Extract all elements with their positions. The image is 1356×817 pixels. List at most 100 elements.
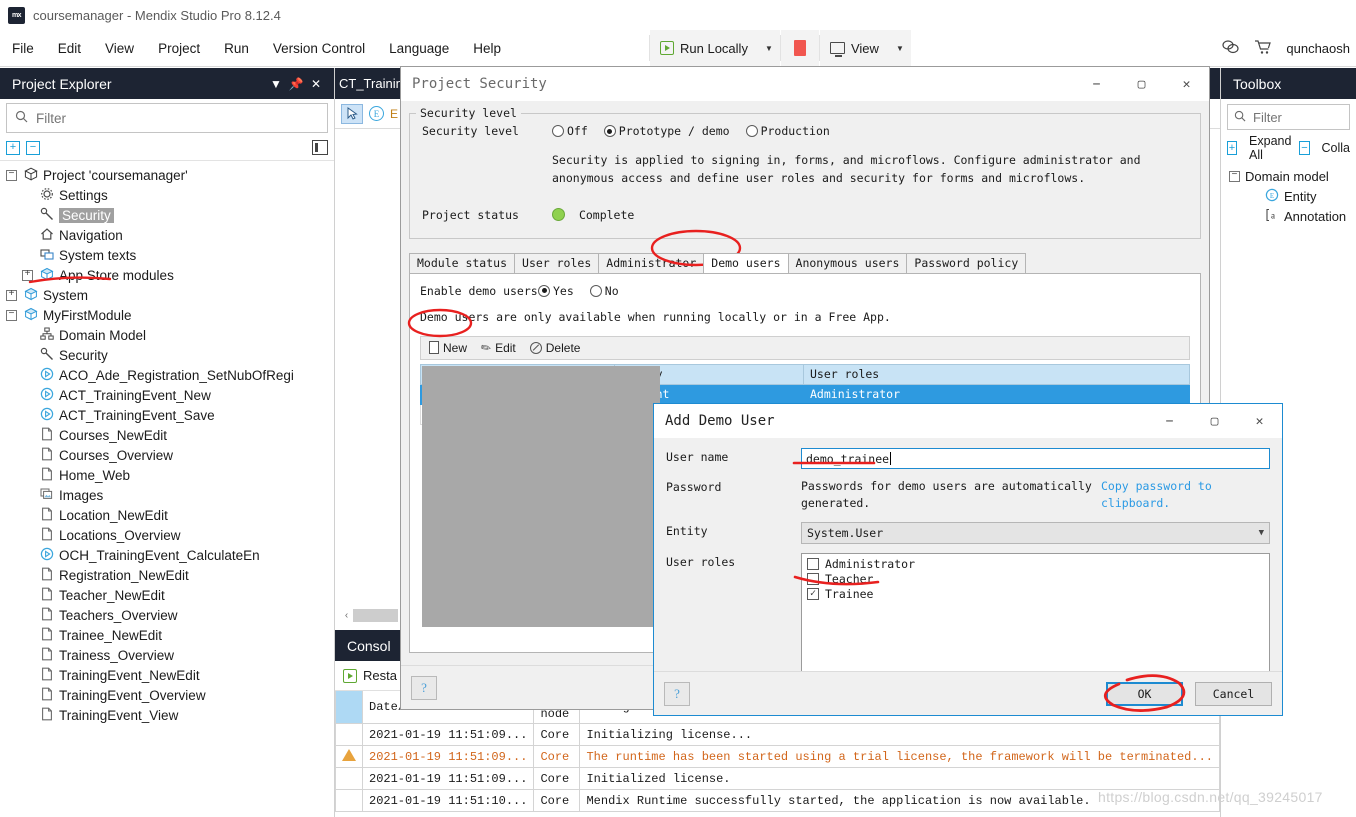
menu-help[interactable]: Help xyxy=(461,37,513,60)
menu-file[interactable]: File xyxy=(0,37,46,60)
tree-item-settings[interactable]: Settings xyxy=(0,185,334,205)
tree-item-aco-ade-registration-setnubofregi[interactable]: ACO_Ade_Registration_SetNubOfRegi xyxy=(0,365,334,385)
checkbox-teacher[interactable] xyxy=(807,573,819,585)
tree-item-teacher-newedit[interactable]: Teacher_NewEdit xyxy=(0,585,334,605)
view-button[interactable]: View xyxy=(819,29,889,67)
close-icon[interactable]: ✕ xyxy=(306,77,326,91)
collapse-all-icon[interactable]: − xyxy=(26,140,42,158)
expand-all-icon[interactable]: + xyxy=(1225,141,1240,158)
user-roles-list[interactable]: Administrator Teacher ✓ Trainee xyxy=(801,552,1270,676)
log-row[interactable]: 2021-01-19 11:51:09... Core The runtime ha… xyxy=(335,745,1220,768)
close-icon[interactable]: ✕ xyxy=(1237,404,1282,438)
tree-item-teachers-overview[interactable]: Teachers_Overview xyxy=(0,605,334,625)
feedback-bubble-icon[interactable] xyxy=(1222,39,1240,58)
tree-item-home-web[interactable]: Home_Web xyxy=(0,465,334,485)
tree-item-security[interactable]: Security xyxy=(0,205,334,225)
toolbox-item-annotation[interactable]: a Annotation xyxy=(1227,206,1356,226)
dock-panel-icon[interactable] xyxy=(312,140,328,155)
tree-item-navigation[interactable]: Navigation xyxy=(0,225,334,245)
tab-user-roles[interactable]: User roles xyxy=(514,252,600,273)
entity-tool-icon[interactable]: E xyxy=(369,106,384,121)
cancel-button[interactable]: Cancel xyxy=(1195,681,1272,706)
shopping-cart-icon[interactable] xyxy=(1254,39,1272,58)
toolbox-filter-row[interactable] xyxy=(1227,104,1356,130)
collapse-icon[interactable]: − xyxy=(6,309,17,321)
collapse-all-label[interactable]: Colla xyxy=(1322,141,1351,155)
scroll-thumb[interactable] xyxy=(353,608,398,622)
log-row[interactable]: 2021-01-19 11:51:09... Core Initialized li… xyxy=(335,767,1220,790)
tree-item-security[interactable]: Security xyxy=(0,345,334,365)
minimize-icon[interactable]: − xyxy=(1147,404,1192,438)
tree-item-trainess-overview[interactable]: Trainess_Overview xyxy=(0,645,334,665)
tree-item-trainee-newedit[interactable]: Trainee_NewEdit xyxy=(0,625,334,645)
tab-administrator[interactable]: Administrator xyxy=(598,252,705,273)
scroll-left-icon[interactable]: ‹ xyxy=(340,610,353,621)
radio-demo-no[interactable]: No xyxy=(589,284,619,298)
menu-language[interactable]: Language xyxy=(377,37,461,60)
restart-label[interactable]: Resta xyxy=(363,668,397,683)
tree-item-system-texts[interactable]: System texts xyxy=(0,245,334,265)
radio-security-production[interactable]: Production xyxy=(745,124,830,138)
tree-item-system[interactable]: + System xyxy=(0,285,334,305)
tab-module-status[interactable]: Module status xyxy=(409,252,516,273)
copy-password-link[interactable]: Copy password to clipboard. xyxy=(1101,478,1270,513)
explorer-filter-input[interactable] xyxy=(34,109,327,127)
toolbox-item-domain-model[interactable]: − Domain model xyxy=(1227,166,1356,186)
collapse-all-icon[interactable]: − xyxy=(1297,141,1312,158)
pointer-tool-icon[interactable] xyxy=(341,103,363,124)
tree-item-trainingevent-newedit[interactable]: TrainingEvent_NewEdit xyxy=(0,665,334,685)
close-icon[interactable]: ✕ xyxy=(1164,67,1209,101)
tab-demo-users[interactable]: Demo users xyxy=(703,252,789,273)
tree-item-app-store-modules[interactable]: + App Store modules xyxy=(0,265,334,285)
toolbox-item-entity[interactable]: E Entity xyxy=(1227,186,1356,206)
new-button[interactable]: New xyxy=(429,341,467,355)
tree-item-courses-newedit[interactable]: Courses_NewEdit xyxy=(0,425,334,445)
role-checkbox-row-trainee[interactable]: ✓ Trainee xyxy=(807,587,1264,602)
tree-item-images[interactable]: Images xyxy=(0,485,334,505)
maximize-icon[interactable]: ▢ xyxy=(1119,67,1164,101)
menu-edit[interactable]: Edit xyxy=(46,37,93,60)
tab-anonymous-users[interactable]: Anonymous users xyxy=(787,252,908,273)
role-checkbox-row-teacher[interactable]: Teacher xyxy=(807,572,1264,587)
log-row[interactable]: 2021-01-19 11:51:10... Core Mendix Runtime… xyxy=(335,789,1220,812)
expand-icon[interactable]: + xyxy=(6,289,17,301)
help-icon[interactable]: ? xyxy=(411,675,437,700)
tree-item-domain-model[interactable]: Domain Model xyxy=(0,325,334,345)
tree-item-location-newedit[interactable]: Location_NewEdit xyxy=(0,505,334,525)
radio-security-off[interactable]: Off xyxy=(552,124,588,138)
collapse-icon[interactable]: − xyxy=(1229,170,1240,182)
view-dropdown[interactable]: ▼ xyxy=(888,29,911,67)
tree-item-trainingevent-overview[interactable]: TrainingEvent_Overview xyxy=(0,685,334,705)
tree-item-act-trainingevent-save[interactable]: ACT_TrainingEvent_Save xyxy=(0,405,334,425)
user-name-label[interactable]: qunchaosh xyxy=(1286,41,1350,56)
menu-run[interactable]: Run xyxy=(212,37,261,60)
tree-item-locations-overview[interactable]: Locations_Overview xyxy=(0,525,334,545)
expand-all-label[interactable]: Expand All xyxy=(1249,134,1291,162)
role-checkbox-row-administrator[interactable]: Administrator xyxy=(807,557,1264,572)
user-name-input[interactable]: demo_trainee xyxy=(801,448,1270,469)
maximize-icon[interactable]: ▢ xyxy=(1192,404,1237,438)
pin-icon[interactable]: 📌 xyxy=(286,77,306,91)
tab-password-policy[interactable]: Password policy xyxy=(906,252,1027,273)
grid-col-userroles[interactable]: User roles xyxy=(803,363,1190,385)
expand-icon[interactable]: + xyxy=(22,269,33,281)
editor-horizontal-scrollbar[interactable]: ‹ xyxy=(340,606,398,624)
run-locally-dropdown[interactable]: ▼ xyxy=(757,29,780,67)
tree-item-act-trainingevent-new[interactable]: ACT_TrainingEvent_New xyxy=(0,385,334,405)
stop-button[interactable] xyxy=(780,29,819,67)
checkbox-trainee[interactable]: ✓ xyxy=(807,588,819,600)
tree-item-trainingevent-view[interactable]: TrainingEvent_View xyxy=(0,705,334,725)
menu-project[interactable]: Project xyxy=(146,37,212,60)
tree-item-och-trainingevent-calculateen[interactable]: OCH_TrainingEvent_CalculateEn xyxy=(0,545,334,565)
delete-button[interactable]: Delete xyxy=(529,341,580,355)
explorer-filter-row[interactable] xyxy=(6,103,328,133)
tree-item-project-coursemanager[interactable]: − Project 'coursemanager' xyxy=(0,165,334,185)
log-row[interactable]: 2021-01-19 11:51:09... Core Initializing l… xyxy=(335,723,1220,746)
menu-view[interactable]: View xyxy=(93,37,146,60)
ok-button[interactable]: OK xyxy=(1106,681,1183,706)
edit-button[interactable]: ✎ Edit xyxy=(478,339,516,356)
tree-item-courses-overview[interactable]: Courses_Overview xyxy=(0,445,334,465)
minimize-icon[interactable]: − xyxy=(1074,67,1119,101)
checkbox-administrator[interactable] xyxy=(807,558,819,570)
radio-security-prototype[interactable]: Prototype / demo xyxy=(603,124,730,138)
